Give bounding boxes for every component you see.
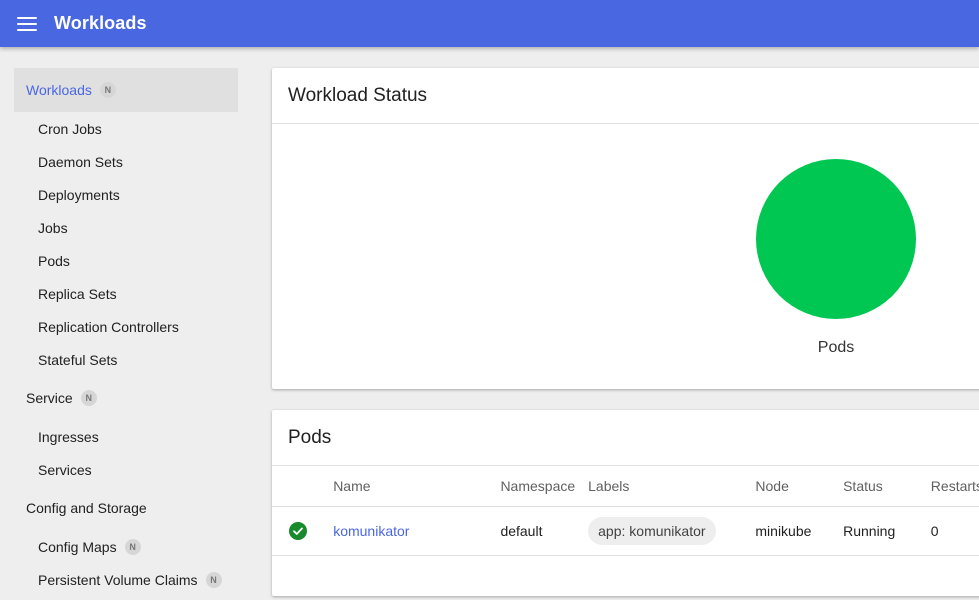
sidebar-item-stateful-sets[interactable]: Stateful Sets <box>14 343 238 376</box>
namespaced-badge: N <box>80 390 97 406</box>
sidebar-item-pods[interactable]: Pods <box>14 244 238 277</box>
column-header-restarts[interactable]: Restarts <box>930 466 979 507</box>
chart-label: Pods <box>817 339 855 356</box>
pods-table: Name Namespace Labels Node Status Restar… <box>272 466 979 556</box>
sidebar-item-service[interactable]: Service N <box>14 376 238 420</box>
sidebar-item-deployments[interactable]: Deployments <box>14 178 238 211</box>
column-header-node: Node <box>755 466 844 507</box>
pod-namespace: default <box>500 506 589 556</box>
table-header-row: Name Namespace Labels Node Status Restar… <box>272 466 979 507</box>
pods-pie-chart <box>756 159 916 319</box>
top-app-bar: Workloads <box>0 0 979 47</box>
pod-status: Running <box>843 506 931 556</box>
table-row: komunikator default app: komunikator min… <box>272 506 979 556</box>
menu-icon[interactable] <box>17 16 37 32</box>
sidebar-item-services[interactable]: Services <box>14 453 238 486</box>
sidebar-item-ingresses[interactable]: Ingresses <box>14 420 238 453</box>
sidebar-item-replication-controllers[interactable]: Replication Controllers <box>14 310 238 343</box>
namespaced-badge: N <box>205 571 222 588</box>
namespaced-badge: N <box>124 538 141 555</box>
card-title: Pods <box>272 410 979 466</box>
page-title: Workloads <box>54 13 147 33</box>
sidebar-item-label: Service <box>26 390 73 406</box>
column-header-namespace[interactable]: Namespace <box>500 466 589 507</box>
sidebar-item-label: Config Maps <box>38 538 117 555</box>
sidebar-item-cron-jobs[interactable]: Cron Jobs <box>14 112 238 145</box>
sidebar-item-workloads[interactable]: Workloads N <box>14 68 238 112</box>
sidebar-item-daemon-sets[interactable]: Daemon Sets <box>14 145 238 178</box>
pods-status-chart: Pods <box>756 159 916 357</box>
sidebar: Workloads N Cron Jobs Daemon Sets Deploy… <box>14 68 238 596</box>
sidebar-item-label: Config and Storage <box>26 500 147 516</box>
pod-name-link[interactable]: komunikator <box>333 523 409 539</box>
sidebar-item-label: Persistent Volume Claims <box>38 571 198 588</box>
namespaced-badge: N <box>99 82 116 98</box>
sidebar-item-config-and-storage[interactable]: Config and Storage <box>14 486 238 530</box>
column-header-labels: Labels <box>588 466 756 507</box>
label-chip: app: komunikator <box>588 516 716 545</box>
column-header-name[interactable]: Name <box>333 466 501 507</box>
sidebar-item-replica-sets[interactable]: Replica Sets <box>14 277 238 310</box>
pie-slice-running <box>756 159 916 319</box>
sidebar-item-label: Workloads <box>26 82 92 98</box>
pod-restarts: 0 <box>930 506 979 556</box>
check-circle-icon <box>289 521 307 540</box>
column-header-icon <box>272 466 334 507</box>
workload-status-card: Workload Status Pods <box>272 68 979 389</box>
sidebar-item-persistent-volume-claims[interactable]: Persistent Volume Claims N <box>14 563 238 596</box>
pod-node: minikube <box>755 506 844 556</box>
sidebar-item-jobs[interactable]: Jobs <box>14 211 238 244</box>
pods-card: Pods Name Namespace Labels Node Status R… <box>272 410 979 596</box>
sidebar-item-config-maps[interactable]: Config Maps N <box>14 530 238 563</box>
card-title: Workload Status <box>272 68 979 124</box>
column-header-status: Status <box>843 466 931 507</box>
